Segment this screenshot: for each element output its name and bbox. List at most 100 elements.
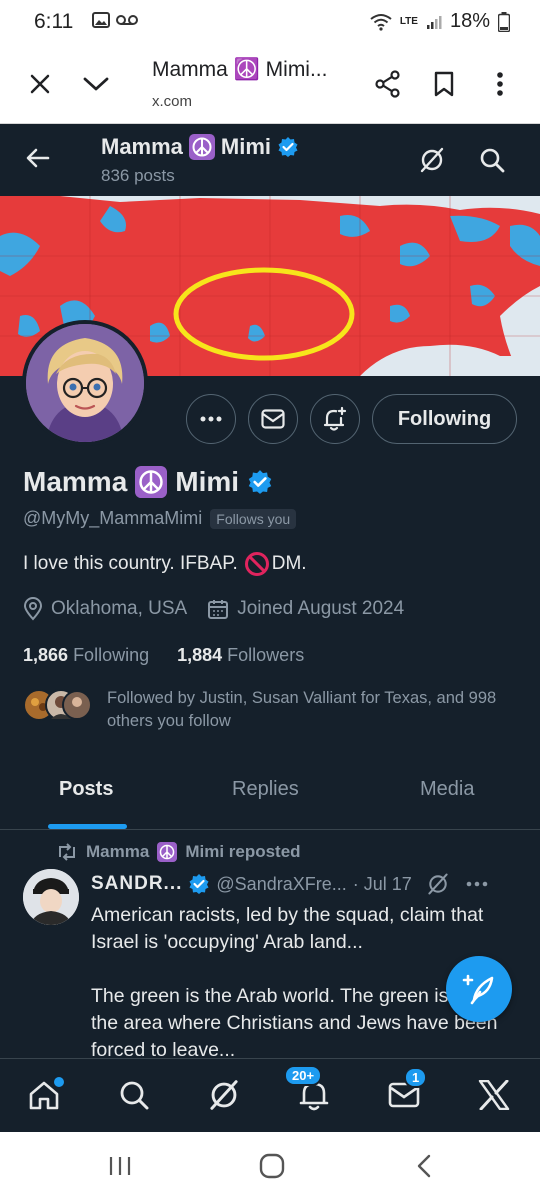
recent-apps-icon: [109, 1157, 131, 1175]
profile-name-second: Mimi: [175, 466, 240, 497]
nav-messages[interactable]: 1: [384, 1067, 428, 1115]
tab-posts[interactable]: Posts: [59, 778, 113, 801]
profile-meta: Oklahoma, USA Joined August 2024: [23, 597, 404, 621]
post-author-avatar[interactable]: [23, 869, 79, 925]
repost-name: Mamma: [86, 842, 150, 861]
status-time: 6:11: [34, 10, 74, 33]
wifi-icon: [370, 13, 392, 31]
bookmark-button[interactable]: [428, 68, 460, 100]
prohibited-icon: [244, 552, 269, 576]
nav-search[interactable]: [114, 1075, 154, 1115]
chevron-left-icon: [417, 1154, 431, 1178]
repost-suffix: Mimi reposted: [185, 842, 301, 861]
messages-badge: 1: [404, 1067, 428, 1088]
mail-icon: [261, 409, 285, 429]
mutual-followers-avatars[interactable]: [23, 689, 93, 721]
arrow-left-icon: [26, 148, 50, 168]
more-menu-button[interactable]: [484, 68, 516, 100]
followed-by-text[interactable]: Followed by Justin, Susan Valliant for T…: [107, 687, 527, 733]
post-author-handle[interactable]: @SandraXFre...: [216, 874, 346, 895]
close-tab-button[interactable]: [24, 68, 56, 100]
avatar-cartoon-woman-image: [26, 324, 144, 442]
repost-indicator: Mamma Mimi reposted: [56, 842, 301, 862]
following-stat[interactable]: 1,866 Following: [23, 645, 149, 666]
peace-icon: [157, 842, 178, 862]
repost-icon: [59, 843, 75, 861]
followers-label: Followers: [227, 645, 305, 665]
notifications-badge: 20+: [284, 1065, 323, 1086]
peace-icon: [188, 134, 215, 160]
voicemail-icon: [116, 15, 138, 25]
post-author-name[interactable]: SANDR...: [91, 873, 182, 895]
signal-icon: [426, 15, 442, 29]
home-unread-dot: [54, 1077, 64, 1087]
status-bar: 6:11 LTE 18%: [0, 0, 540, 44]
profile-handle-row: @MyMy_MammaMimi Follows you: [23, 508, 297, 529]
profile-joined: Joined August 2024: [237, 598, 405, 619]
network-type-label: LTE: [399, 15, 418, 27]
mutual-avatars-image: [23, 689, 92, 721]
nav-grok[interactable]: [204, 1075, 244, 1115]
header-name-second: Mimi: [220, 134, 272, 159]
header-name-first: Mamma: [101, 134, 183, 159]
message-button[interactable]: [248, 394, 298, 444]
back-button[interactable]: [22, 142, 54, 174]
profile-bio: I love this country. IFBAP. DM.: [23, 551, 307, 577]
search-icon: [120, 1081, 149, 1110]
gallery-icon: [92, 12, 110, 28]
bio-text: I love this country. IFBAP.: [23, 553, 238, 574]
profile-avatar[interactable]: [22, 320, 148, 446]
browser-url[interactable]: x.com: [152, 93, 192, 110]
post-author-avatar-image: [23, 869, 79, 925]
chevron-down-icon: [83, 77, 109, 91]
post-date[interactable]: · Jul 17: [353, 874, 412, 895]
home-nav-button[interactable]: [252, 1148, 292, 1184]
nav-home[interactable]: [24, 1075, 64, 1115]
post-header: SANDR... @SandraXFre... · Jul 17: [91, 872, 488, 896]
home-circle-icon: [259, 1153, 285, 1179]
followers-stat[interactable]: 1,884 Followers: [177, 645, 304, 666]
profile-handle: @MyMy_MammaMimi: [23, 508, 203, 528]
system-navigation-bar: [0, 1132, 540, 1200]
following-button[interactable]: Following: [372, 394, 517, 444]
share-button[interactable]: [372, 68, 404, 100]
calendar-icon: [208, 600, 229, 619]
post-text-paragraph-1: American racists, led by the squad, clai…: [91, 904, 484, 953]
peace-icon: [135, 466, 168, 498]
bell-plus-icon: [323, 406, 347, 431]
recent-apps-button[interactable]: [100, 1150, 140, 1182]
search-button[interactable]: [474, 142, 510, 178]
bio-text-end: DM.: [271, 553, 307, 574]
battery-percent: 18%: [449, 10, 490, 32]
more-options-button[interactable]: [186, 394, 236, 444]
notifications-subscribe-button[interactable]: [310, 394, 360, 444]
profile-page: Mamma Mimi 836 posts Following Mamma Mim…: [0, 124, 540, 1132]
bottom-navigation: 20+ 1: [0, 1058, 540, 1132]
share-icon: [375, 70, 400, 98]
profile-tabs: Posts Replies Media: [0, 754, 540, 830]
compose-feather-icon: [462, 974, 494, 1005]
grok-icon[interactable]: [426, 872, 450, 896]
active-tab-indicator: [48, 824, 127, 829]
more-horizontal-icon: [200, 416, 222, 422]
tab-replies[interactable]: Replies: [232, 778, 299, 801]
nav-x-premium[interactable]: [474, 1075, 514, 1115]
compose-post-button[interactable]: [446, 956, 512, 1022]
battery-icon: [498, 11, 510, 32]
x-logo-icon: [478, 1080, 510, 1110]
collapse-button[interactable]: [80, 68, 112, 100]
posts-count: 836 posts: [101, 166, 175, 185]
more-vertical-icon: [497, 72, 503, 96]
profile-location: Oklahoma, USA: [51, 598, 188, 619]
verified-badge-icon: [189, 874, 209, 894]
nav-notifications[interactable]: 20+: [284, 1065, 334, 1115]
browser-page-title: Mamma ☮️ Mimi...: [152, 58, 328, 81]
more-horizontal-icon[interactable]: [466, 881, 488, 887]
verified-badge-icon: [248, 470, 272, 494]
verified-badge-icon: [278, 137, 298, 157]
follows-you-badge: Follows you: [210, 508, 297, 529]
grok-button[interactable]: [414, 142, 450, 178]
profile-display-name: Mamma Mimi: [23, 466, 273, 498]
back-nav-button[interactable]: [404, 1150, 444, 1182]
tab-media[interactable]: Media: [420, 778, 474, 801]
